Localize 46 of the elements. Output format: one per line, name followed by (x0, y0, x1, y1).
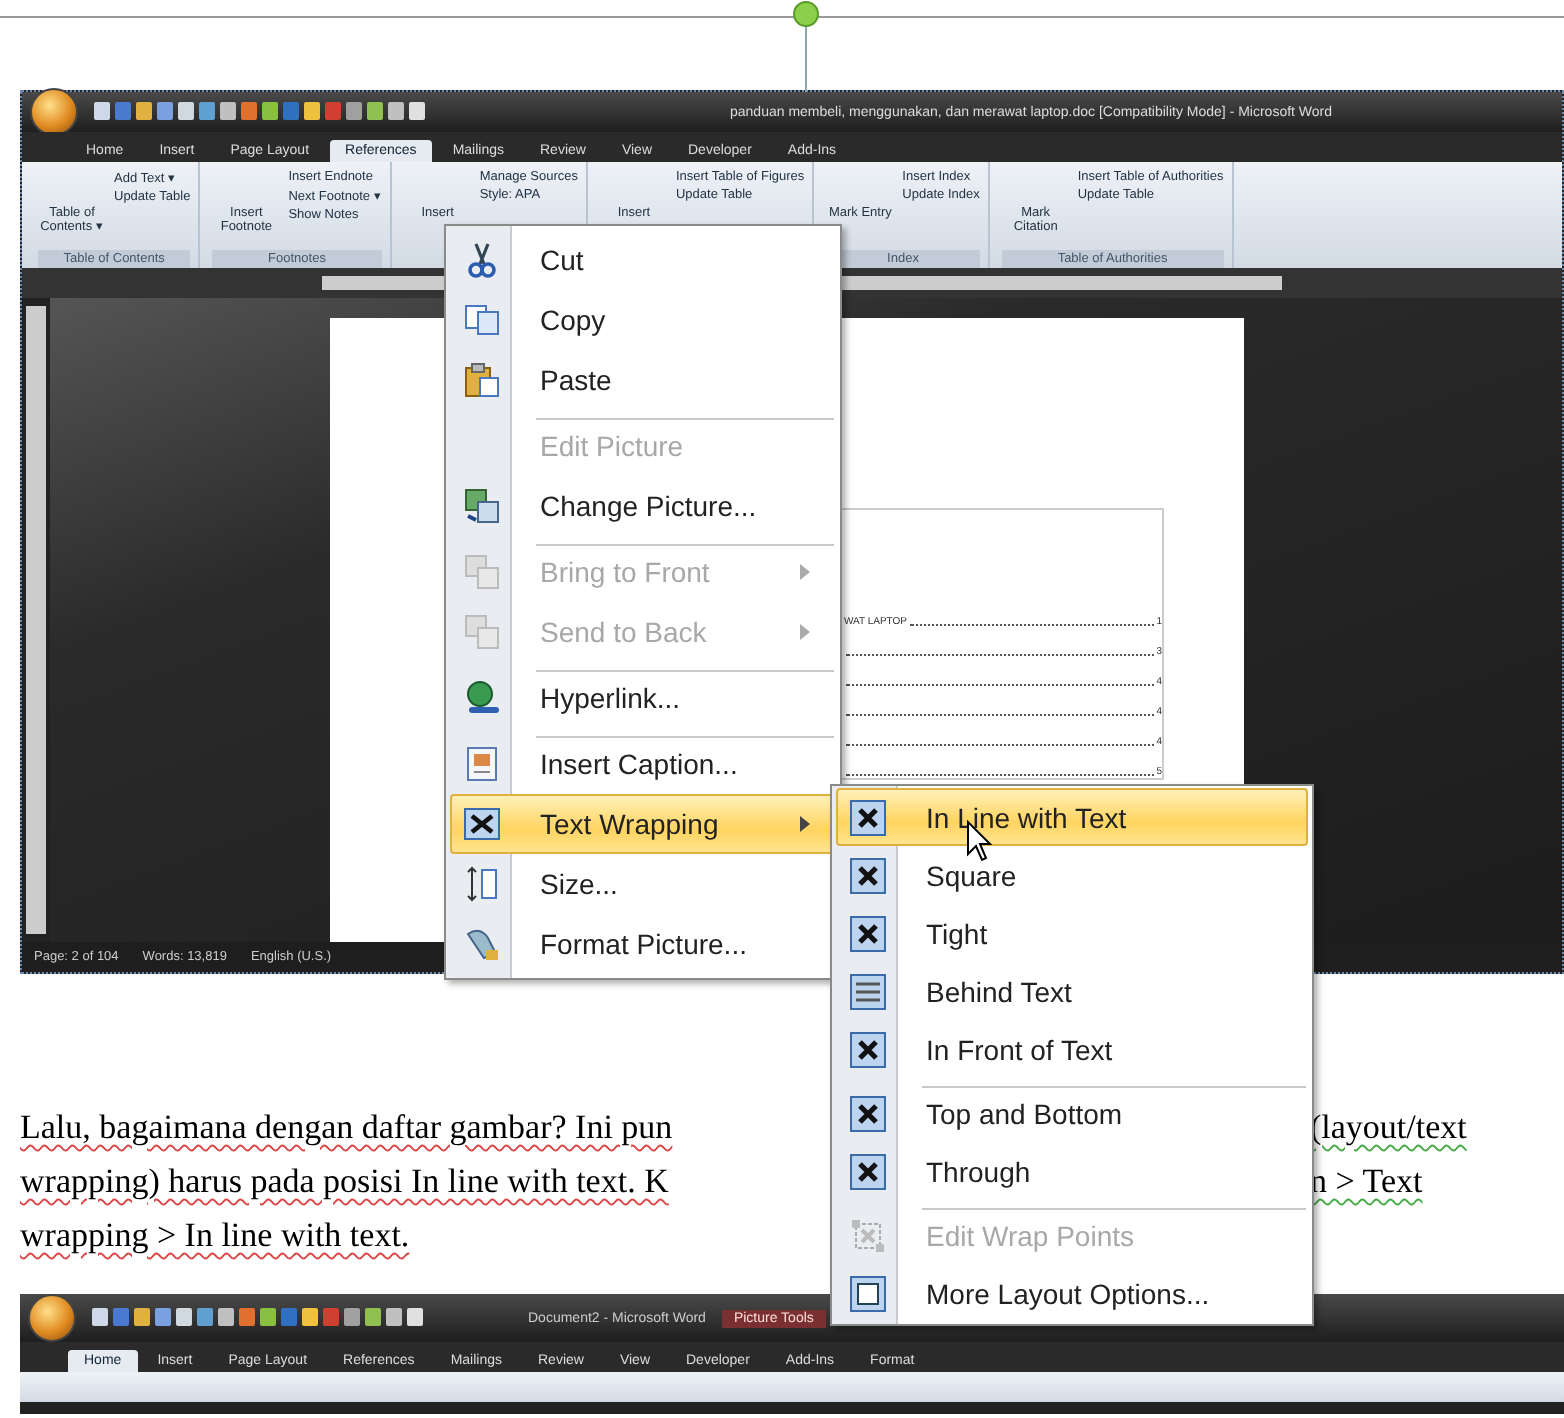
format-picture-icon (464, 926, 500, 962)
text-wrapping-icon (464, 808, 500, 840)
text-wrapping-icon (850, 1031, 886, 1067)
menu-item[interactable]: Behind Text (836, 962, 1308, 1020)
change-picture-icon (464, 488, 500, 524)
paragraph-text: (layout/text (1310, 1107, 1467, 1147)
wrap-points-icon (850, 1217, 886, 1253)
menu-item[interactable]: Change Picture... (450, 476, 836, 536)
text-wrapping-icon (850, 799, 886, 835)
menu-item[interactable]: In Front of Text (836, 1020, 1308, 1078)
menu-item[interactable]: Through (836, 1142, 1308, 1200)
menu-item[interactable]: Top and Bottom (836, 1084, 1308, 1142)
menu-item[interactable]: Paste (450, 350, 836, 410)
submenu-arrow-icon (800, 816, 810, 832)
caption-icon (466, 746, 498, 782)
menu-item[interactable]: In Line with Text (836, 788, 1308, 846)
text-wrapping-icon (850, 1095, 886, 1131)
behind-text-icon (850, 973, 886, 1009)
text-wrapping-icon (850, 915, 886, 951)
size-icon (466, 866, 498, 902)
text-wrapping-icon (850, 857, 886, 893)
layers-icon (464, 614, 500, 650)
menu-item[interactable]: Copy (450, 290, 836, 350)
menu-item[interactable]: Square (836, 846, 1308, 904)
paragraph-text: wrapping > In line with text. (20, 1215, 410, 1255)
office-button-icon[interactable] (28, 1294, 76, 1342)
menu-item[interactable]: Insert Caption... (450, 734, 836, 794)
clipboard-icon (464, 362, 500, 398)
copy-icon (464, 304, 500, 336)
menu-item[interactable]: More Layout Options... (836, 1264, 1308, 1322)
text-wrapping-icon (850, 1153, 886, 1189)
globe-link-icon (464, 680, 500, 716)
office-button-icon[interactable] (30, 88, 78, 136)
menu-item[interactable]: Hyperlink... (450, 668, 836, 728)
submenu-arrow-icon (800, 624, 810, 640)
menu-item[interactable]: Format Picture... (450, 914, 836, 974)
menu-item[interactable]: Size... (450, 854, 836, 914)
menu-item[interactable]: Tight (836, 904, 1308, 962)
rotation-handle[interactable] (792, 0, 820, 92)
submenu-arrow-icon (800, 564, 810, 580)
menu-item[interactable]: Text Wrapping (450, 794, 836, 854)
layers-icon (464, 554, 500, 590)
paragraph-text: Lalu, bagaimana dengan daftar gambar? Ini pun (20, 1107, 673, 1147)
scissors-icon (466, 242, 498, 278)
layout-options-icon (850, 1275, 886, 1311)
paragraph-text: wrapping) harus pada posisi In line with text. K (20, 1161, 669, 1201)
